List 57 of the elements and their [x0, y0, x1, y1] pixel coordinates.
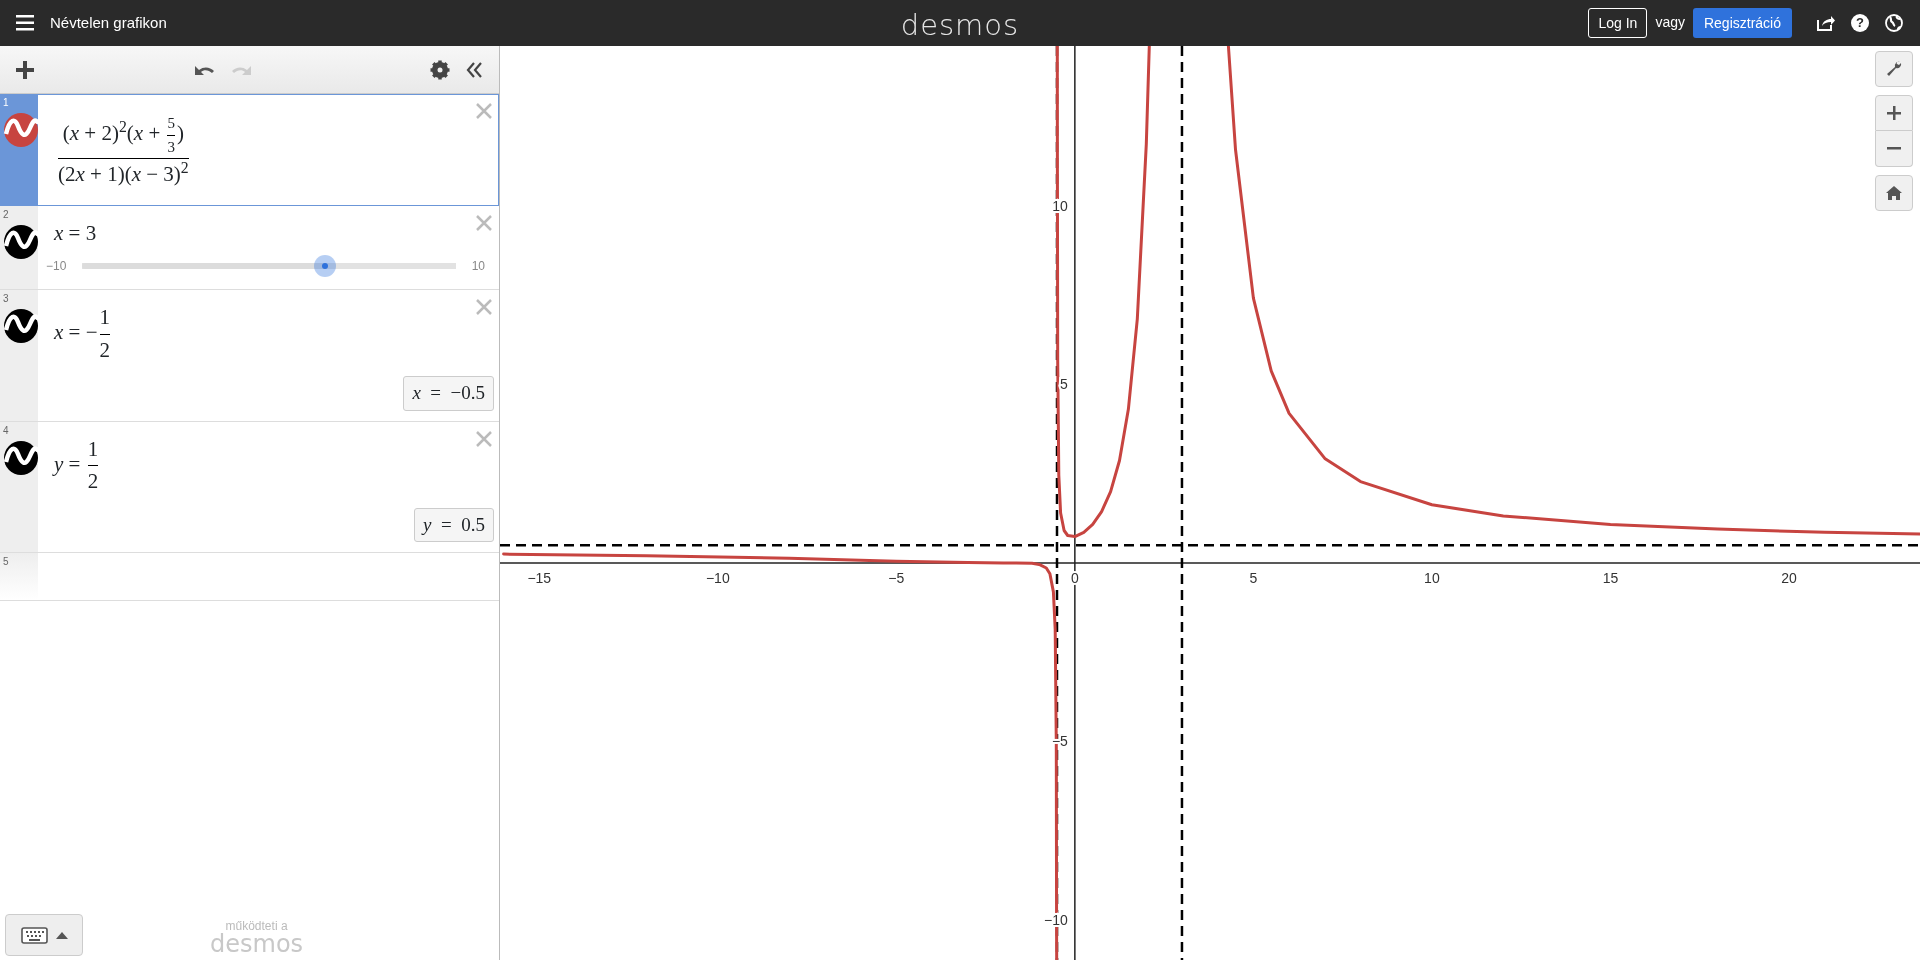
graph-style-icon[interactable] — [3, 308, 39, 344]
zoom-in-button[interactable] — [1875, 95, 1913, 131]
logo: desmos — [900, 7, 1020, 44]
menu-button[interactable] — [16, 14, 34, 32]
row-number: 5 — [3, 555, 9, 569]
row-number: 1 — [3, 96, 9, 110]
expression-row[interactable]: 2 x = 3 −10 10 — [0, 205, 499, 290]
axis-label: −10 — [705, 570, 730, 586]
share-icon[interactable] — [1816, 14, 1835, 32]
slider-max-label: 10 — [471, 258, 485, 275]
axis-label: 15 — [1602, 570, 1619, 586]
axis-label: 5 — [1060, 376, 1068, 393]
undo-button[interactable] — [194, 63, 215, 76]
login-button[interactable]: Log In — [1588, 7, 1648, 39]
minus-icon — [1887, 147, 1901, 150]
graph-style-icon[interactable] — [3, 223, 39, 260]
settings-button[interactable] — [430, 59, 450, 80]
plus-icon — [1886, 105, 1902, 121]
equation: x = 3 — [54, 219, 97, 247]
help-button[interactable]: ? — [1851, 14, 1869, 32]
home-icon — [1886, 185, 1902, 201]
wrench-icon — [1886, 61, 1902, 77]
zoom-out-button[interactable] — [1875, 131, 1913, 167]
globe-icon[interactable] — [1885, 14, 1904, 32]
signup-button[interactable]: Regisztráció — [1692, 7, 1792, 39]
home-button[interactable] — [1875, 175, 1913, 211]
double-chevron-icon — [466, 61, 483, 78]
graph-title: Névtelen grafikon — [50, 12, 167, 33]
slider-thumb[interactable] — [314, 255, 336, 277]
or-text: vagy — [1655, 13, 1685, 33]
axis-label: 10 — [1424, 570, 1440, 586]
axis-label: −15 — [527, 570, 552, 586]
axis-label: 20 — [1781, 570, 1797, 586]
evaluation-result: y = 0.5 — [414, 507, 494, 542]
collapse-button[interactable] — [466, 61, 483, 78]
row-number: 4 — [3, 423, 9, 438]
close-icon — [475, 102, 493, 120]
axis-label: 5 — [1249, 570, 1258, 586]
add-button[interactable] — [16, 60, 34, 79]
keyboard-icon — [20, 926, 48, 944]
plus-icon — [16, 60, 34, 79]
row-number: 3 — [3, 292, 9, 306]
keyboard-button[interactable] — [5, 914, 83, 956]
caret-up-icon — [55, 931, 68, 939]
menu-icon — [16, 14, 34, 32]
axis-label: −5 — [888, 570, 905, 586]
close-icon — [475, 429, 493, 448]
slider-min-label: −10 — [46, 258, 67, 275]
graph-settings-button[interactable] — [1875, 51, 1913, 87]
powered-by-text: működteti a — [225, 920, 288, 932]
graph-style-icon[interactable] — [3, 439, 39, 476]
close-icon — [475, 298, 493, 316]
row-number: 2 — [3, 207, 9, 222]
undo-icon — [194, 63, 215, 76]
close-icon — [475, 213, 493, 232]
settings-icon — [430, 59, 450, 80]
evaluation-result: x = −0.5 — [403, 376, 494, 411]
